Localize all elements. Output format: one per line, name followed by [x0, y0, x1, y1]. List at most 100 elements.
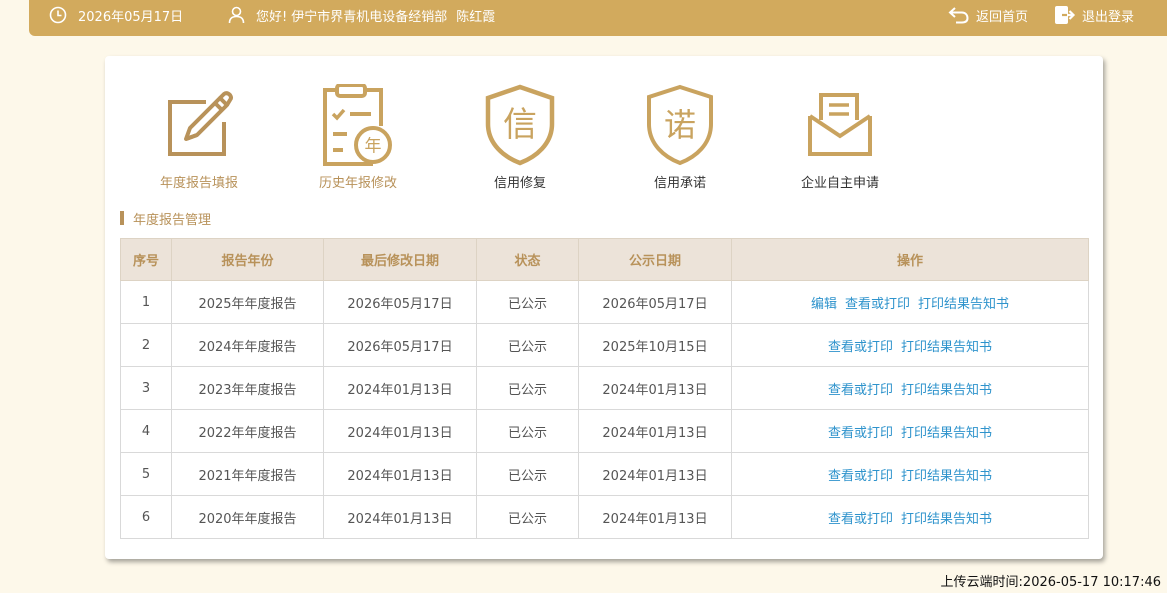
cell-public-date: 2024年01月13日: [578, 366, 732, 410]
home-button[interactable]: 返回首页: [948, 0, 1028, 30]
header-modified: 最后修改日期: [323, 238, 477, 281]
user-name: 陈红霞: [456, 9, 496, 25]
cell-year: 2022年年度报告: [171, 409, 324, 453]
header-year: 报告年份: [171, 238, 324, 281]
promise-glyph: 诺: [664, 106, 696, 144]
promise-shield-icon: 诺: [645, 84, 715, 170]
company-name: 伊宁市界青机电设备经销部: [291, 9, 448, 25]
cell-no: 2: [120, 323, 172, 367]
table-row: 2 2024年年度报告 2026年05月17日 已公示 2025年10月15日 …: [120, 323, 1089, 367]
cell-actions: 编辑 查看或打印 打印结果告知书: [731, 280, 1089, 324]
view-print-link[interactable]: 查看或打印: [828, 383, 893, 398]
print-notice-link[interactable]: 打印结果告知书: [918, 297, 1009, 312]
cell-year: 2020年年度报告: [171, 495, 324, 539]
cell-modified: 2026年05月17日: [323, 280, 477, 324]
logout-icon: [1054, 5, 1076, 25]
table-row: 4 2022年年度报告 2024年01月13日 已公示 2024年01月13日 …: [120, 409, 1089, 453]
view-print-link[interactable]: 查看或打印: [828, 426, 893, 441]
view-print-link[interactable]: 查看或打印: [828, 512, 893, 527]
table-row: 1 2025年年度报告 2026年05月17日 已公示 2026年05月17日 …: [120, 280, 1089, 324]
year-glyph: 年: [365, 137, 382, 157]
cell-status: 已公示: [476, 366, 579, 410]
self-application-label: 企业自主申请: [800, 176, 879, 191]
credit-glyph: 信: [503, 105, 537, 145]
date-display: 2026年05月17日: [49, 0, 183, 30]
cell-actions: 查看或打印 打印结果告知书: [731, 495, 1089, 539]
cell-public-date: 2024年01月13日: [578, 495, 732, 539]
edit-icon: [164, 84, 234, 164]
clock-icon: [49, 6, 67, 24]
user-info: 您好! 伊宁市界青机电设备经销部 陈红霞: [228, 0, 495, 30]
cell-year: 2023年年度报告: [171, 366, 324, 410]
logout-button[interactable]: 退出登录: [1054, 0, 1134, 30]
credit-promise-button[interactable]: 诺 信用承诺: [605, 84, 755, 191]
header-no: 序号: [120, 238, 172, 281]
annual-report-table: 序号 报告年份 最后修改日期 状态 公示日期 操作 1 2025年年度报告 20…: [120, 238, 1089, 539]
cell-actions: 查看或打印 打印结果告知书: [731, 366, 1089, 410]
greeting-text: 您好!: [256, 9, 288, 25]
section-title-text: 年度报告管理: [133, 212, 212, 228]
cell-modified: 2024年01月13日: [323, 495, 477, 539]
annual-report-fill-label: 年度报告填报: [159, 176, 238, 191]
top-bar: 2026年05月17日 您好! 伊宁市界青机电设备经销部 陈红霞 返回首页 退出…: [29, 0, 1167, 36]
envelope-icon: [807, 84, 873, 162]
history-report-modify-button[interactable]: 年 历史年报修改: [283, 83, 433, 191]
logout-label: 退出登录: [1082, 9, 1135, 25]
cell-actions: 查看或打印 打印结果告知书: [731, 409, 1089, 453]
upload-time: 上传云端时间:2026-05-17 10:17:46: [940, 575, 1161, 590]
current-date: 2026年05月17日: [78, 9, 184, 25]
cell-modified: 2026年05月17日: [323, 323, 477, 367]
print-notice-link[interactable]: 打印结果告知书: [901, 426, 992, 441]
print-notice-link[interactable]: 打印结果告知书: [901, 383, 992, 398]
cell-no: 1: [120, 280, 172, 324]
view-print-link[interactable]: 查看或打印: [828, 340, 893, 355]
cell-status: 已公示: [476, 280, 579, 324]
edit-link[interactable]: 编辑: [811, 297, 837, 312]
user-icon: [228, 6, 245, 24]
cell-modified: 2024年01月13日: [323, 452, 477, 496]
view-print-link[interactable]: 查看或打印: [828, 469, 893, 484]
cell-status: 已公示: [476, 495, 579, 539]
cell-modified: 2024年01月13日: [323, 409, 477, 453]
credit-repair-label: 信用修复: [493, 176, 546, 191]
cell-status: 已公示: [476, 323, 579, 367]
home-label: 返回首页: [976, 9, 1029, 25]
cell-no: 3: [120, 366, 172, 410]
header-actions: 操作: [731, 238, 1089, 281]
table-row: 6 2020年年度报告 2024年01月13日 已公示 2024年01月13日 …: [120, 495, 1089, 539]
view-print-link[interactable]: 查看或打印: [845, 297, 910, 312]
credit-repair-button[interactable]: 信 信用修复: [445, 84, 595, 191]
cell-no: 6: [120, 495, 172, 539]
print-notice-link[interactable]: 打印结果告知书: [901, 340, 992, 355]
cell-public-date: 2026年05月17日: [578, 280, 732, 324]
section-marker: [120, 211, 124, 225]
annual-report-fill-button[interactable]: 年度报告填报: [124, 84, 274, 191]
cell-public-date: 2025年10月15日: [578, 323, 732, 367]
history-report-icon: 年: [321, 83, 395, 170]
cell-status: 已公示: [476, 409, 579, 453]
history-report-modify-label: 历史年报修改: [318, 176, 397, 191]
cell-public-date: 2024年01月13日: [578, 409, 732, 453]
print-notice-link[interactable]: 打印结果告知书: [901, 512, 992, 527]
cell-no: 5: [120, 452, 172, 496]
return-arrow-icon: [948, 6, 970, 24]
section-title: 年度报告管理: [120, 210, 212, 228]
credit-shield-icon: 信: [484, 84, 556, 170]
cell-status: 已公示: [476, 452, 579, 496]
cell-modified: 2024年01月13日: [323, 366, 477, 410]
table-row: 3 2023年年度报告 2024年01月13日 已公示 2024年01月13日 …: [120, 366, 1089, 410]
cell-year: 2025年年度报告: [171, 280, 324, 324]
cell-actions: 查看或打印 打印结果告知书: [731, 452, 1089, 496]
table-header-row: 序号 报告年份 最后修改日期 状态 公示日期 操作: [120, 238, 1089, 281]
cell-public-date: 2024年01月13日: [578, 452, 732, 496]
credit-promise-label: 信用承诺: [653, 176, 706, 191]
table-row: 5 2021年年度报告 2024年01月13日 已公示 2024年01月13日 …: [120, 452, 1089, 496]
cell-no: 4: [120, 409, 172, 453]
cell-actions: 查看或打印 打印结果告知书: [731, 323, 1089, 367]
main-panel: 年度报告填报 年 历史年报修改 信 信用修复 诺 信用承诺 企业自主申请 年度报…: [105, 56, 1103, 559]
cell-year: 2021年年度报告: [171, 452, 324, 496]
print-notice-link[interactable]: 打印结果告知书: [901, 469, 992, 484]
cell-year: 2024年年度报告: [171, 323, 324, 367]
header-status: 状态: [476, 238, 579, 281]
self-application-button[interactable]: 企业自主申请: [765, 84, 915, 191]
